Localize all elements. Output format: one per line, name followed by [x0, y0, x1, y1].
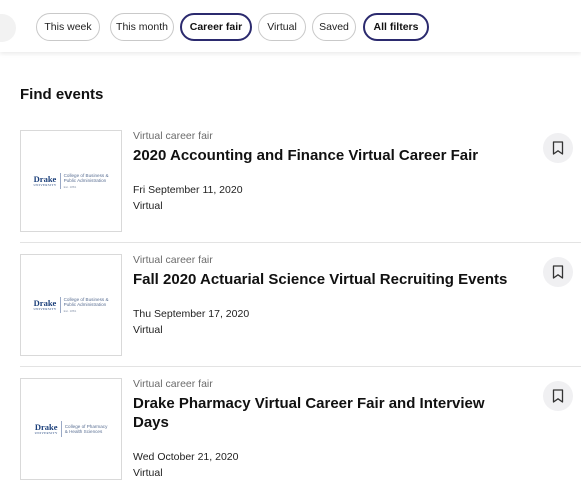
drake-logo-mark: Drake UNIVERSITY — [35, 423, 58, 436]
event-title[interactable]: Drake Pharmacy Virtual Career Fair and I… — [133, 394, 513, 432]
event-location: Virtual — [133, 200, 163, 212]
bookmark-button[interactable] — [543, 257, 573, 287]
logo-mark-sub: UNIVERSITY — [34, 431, 58, 436]
logo-separator — [59, 297, 61, 313]
bookmark-icon — [552, 265, 564, 279]
bookmark-button[interactable] — [543, 133, 573, 163]
logo-separator — [59, 173, 61, 189]
event-title[interactable]: 2020 Accounting and Finance Virtual Care… — [133, 146, 523, 165]
logo-mark-text: Drake — [33, 297, 57, 308]
event-logo: Drake UNIVERSITY College of Pharmacy & H… — [20, 378, 122, 480]
event-date: Fri September 11, 2020 — [133, 184, 243, 196]
event-date: Thu September 17, 2020 — [133, 308, 250, 320]
logo-mark-sub: UNIVERSITY — [33, 307, 57, 312]
section-title: Find events — [20, 86, 104, 103]
event-date: Wed October 21, 2020 — [133, 451, 239, 463]
drake-logo-mark: Drake UNIVERSITY — [33, 299, 56, 312]
drake-logo-mark: Drake UNIVERSITY — [33, 175, 56, 188]
logo-separator — [60, 421, 62, 437]
logo-sub: Est. 1881 — [63, 184, 77, 189]
logo-mark-text: Drake — [34, 421, 58, 432]
event-card[interactable]: Drake UNIVERSITY College of Business & P… — [20, 254, 581, 378]
event-logo: Drake UNIVERSITY College of Business & P… — [20, 130, 122, 232]
divider — [20, 366, 581, 367]
logo-college-text: College of Business & Public Administrat… — [64, 173, 109, 190]
logo-mark-text: Drake — [33, 173, 57, 184]
event-type: Virtual career fair — [133, 130, 213, 142]
event-location: Virtual — [133, 467, 163, 479]
filter-bar: This week This month Career fair Virtual… — [0, 0, 581, 52]
filter-chip-career-fair[interactable]: Career fair — [180, 13, 252, 41]
bookmark-icon — [552, 141, 564, 155]
logo-line: Public Administration — [63, 178, 107, 184]
filter-chip-this-week[interactable]: This week — [36, 13, 100, 41]
logo-line: & Health Sciences — [64, 429, 103, 434]
filter-chip-all-filters[interactable]: All filters — [363, 13, 429, 41]
event-type: Virtual career fair — [133, 378, 213, 390]
filter-chip-virtual[interactable]: Virtual — [258, 13, 306, 41]
logo-college-text: College of Pharmacy & Health Sciences — [65, 424, 108, 435]
event-logo: Drake UNIVERSITY College of Business & P… — [20, 254, 122, 356]
bookmark-button[interactable] — [543, 381, 573, 411]
event-card[interactable]: Drake UNIVERSITY College of Business & P… — [20, 130, 581, 254]
event-location: Virtual — [133, 324, 163, 336]
scroll-left-stub[interactable] — [0, 14, 16, 42]
logo-college-text: College of Business & Public Administrat… — [64, 297, 109, 314]
logo-sub: Est. 1881 — [63, 308, 77, 313]
filter-chip-this-month[interactable]: This month — [110, 13, 174, 41]
filter-chip-saved[interactable]: Saved — [312, 13, 356, 41]
event-title[interactable]: Fall 2020 Actuarial Science Virtual Recr… — [133, 270, 533, 289]
divider — [20, 242, 581, 243]
bookmark-icon — [552, 389, 564, 403]
event-card[interactable]: Drake UNIVERSITY College of Pharmacy & H… — [20, 378, 581, 486]
event-type: Virtual career fair — [133, 254, 213, 266]
logo-line: Public Administration — [63, 302, 107, 308]
logo-mark-sub: UNIVERSITY — [33, 183, 57, 188]
